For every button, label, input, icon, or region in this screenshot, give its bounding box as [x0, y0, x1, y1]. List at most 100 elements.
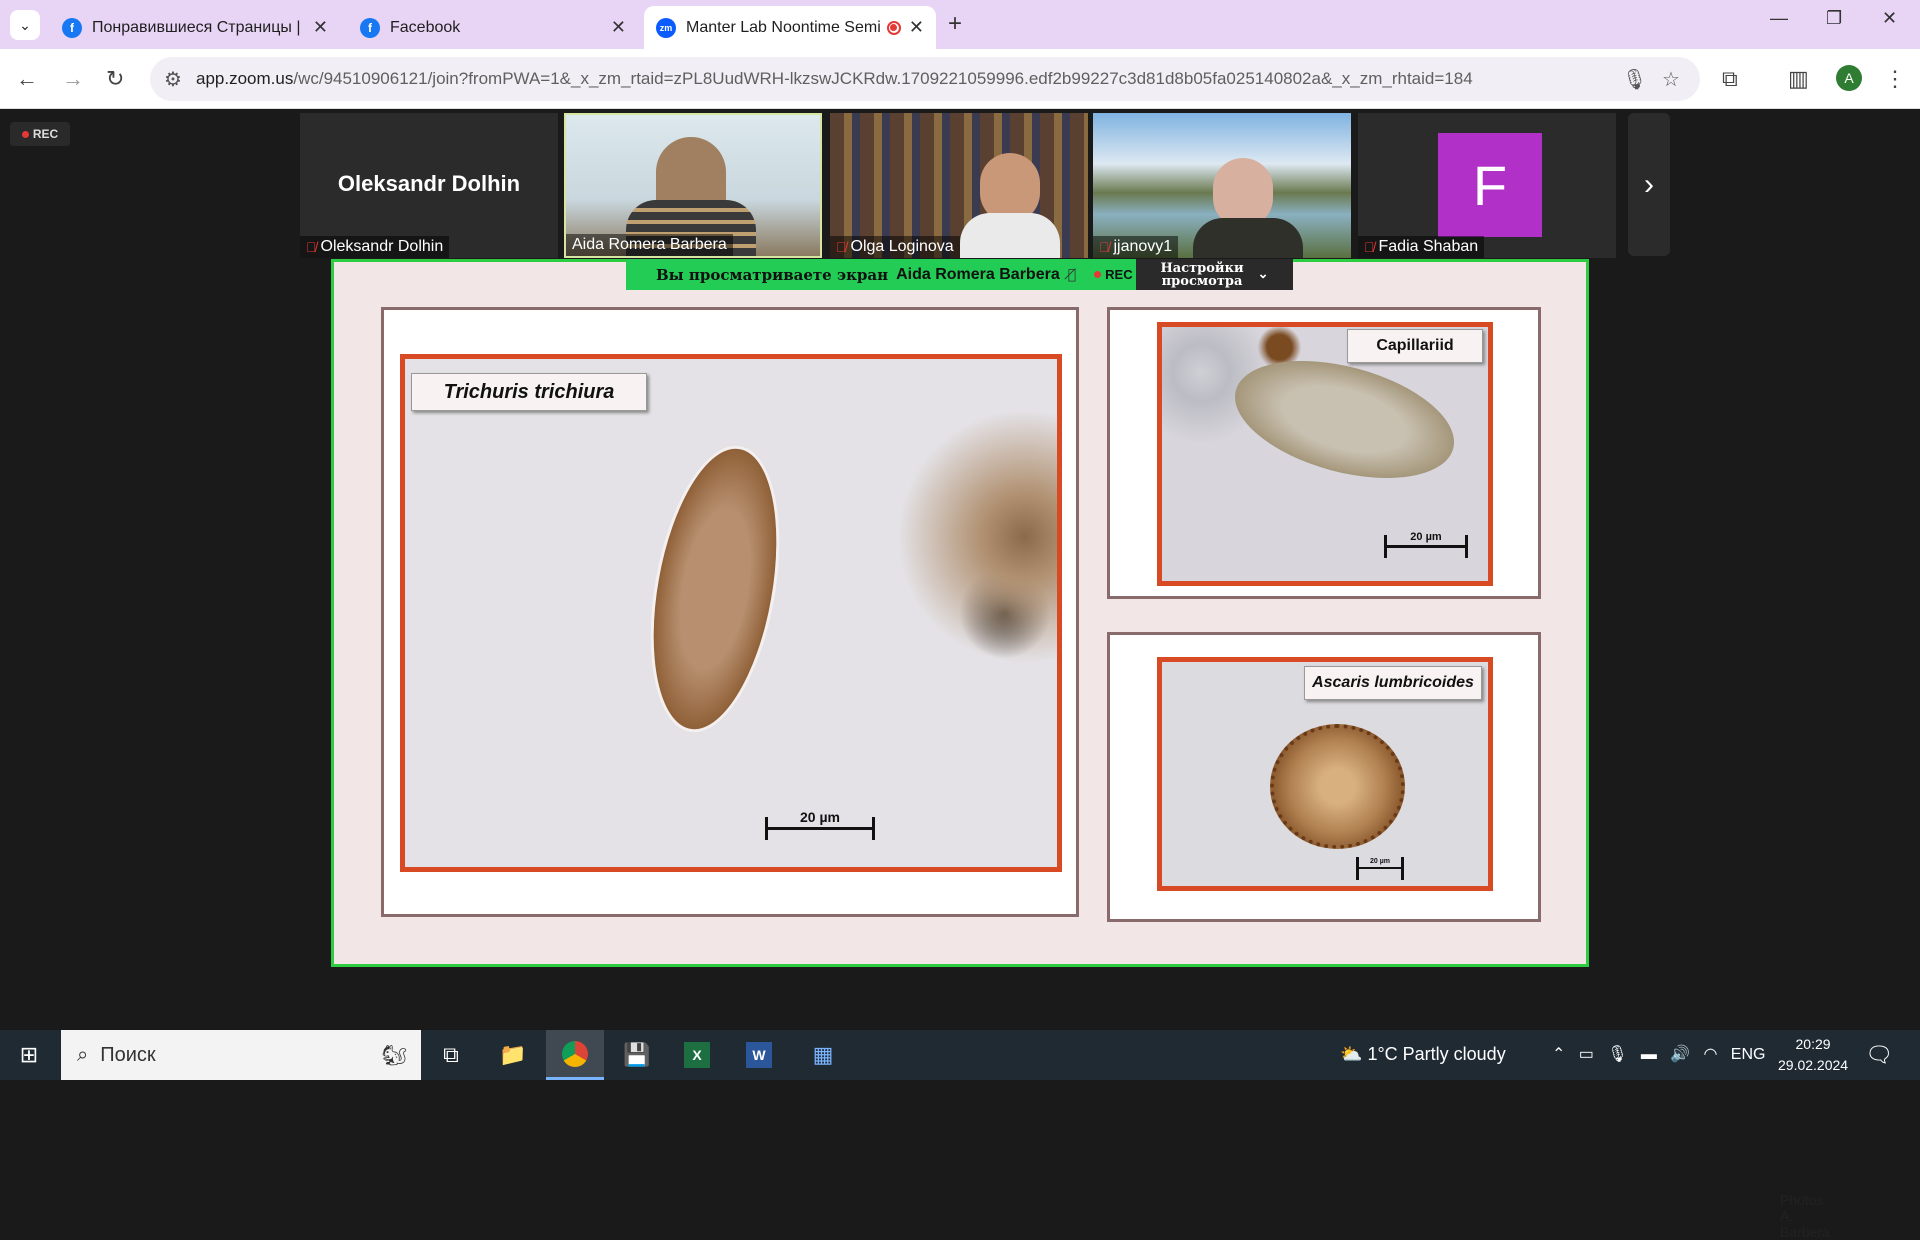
participant-name: Fadia Shaban: [1378, 238, 1479, 255]
chevron-up-icon[interactable]: ⌃: [1552, 1046, 1565, 1063]
tab-title: Manter Lab Noontime Semi: [686, 18, 881, 36]
egg-specimen: [1222, 339, 1467, 500]
language-indicator[interactable]: ENG: [1731, 1046, 1766, 1063]
profile-avatar[interactable]: A: [1836, 65, 1862, 91]
calculator-icon[interactable]: ▦: [808, 1040, 838, 1070]
participant-tile[interactable]: F 🎙̸ Fadia Shaban: [1358, 113, 1616, 258]
banner-rec-indicator: REC: [1094, 267, 1133, 282]
minimize-button[interactable]: —: [1770, 8, 1788, 29]
chevron-down-icon: ⌄: [19, 16, 31, 33]
url-path: /wc/94510906121/join?fromPWA=1&_x_zm_rta…: [293, 69, 1473, 88]
task-view-icon[interactable]: ⧉: [436, 1040, 466, 1070]
system-tray: ⌃ ▭ 🎙 ▬ 🔊 ◠ ENG: [1552, 1044, 1765, 1064]
close-icon[interactable]: ✕: [909, 17, 924, 38]
next-participants-button[interactable]: ›: [1628, 113, 1670, 256]
chrome-icon: [562, 1040, 588, 1067]
specimen-label: Capillariid: [1347, 329, 1483, 363]
chrome-taskbar-icon[interactable]: [546, 1030, 604, 1080]
muted-mic-icon: 🎙̸: [306, 239, 317, 255]
scale-text: 20 µm: [800, 809, 840, 825]
clock[interactable]: 20:29 29.02.2024: [1778, 1034, 1848, 1076]
egg-specimen: [1270, 724, 1405, 849]
participant-tile-active-speaker[interactable]: Aida Romera Barbera: [564, 113, 822, 258]
screen-share-banner: Вы просматриваете экран Aida Romera Barb…: [626, 259, 1293, 290]
view-options-label: Настройки просмотра: [1160, 262, 1243, 288]
menu-icon[interactable]: ⋮: [1884, 66, 1906, 92]
participant-name-tag: Aida Romera Barbera: [566, 234, 733, 256]
reload-button[interactable]: ↻: [106, 66, 124, 92]
viewing-screen-text: Вы просматриваете экран: [656, 265, 889, 284]
tab-zoom-meeting[interactable]: zm Manter Lab Noontime Semi ✕: [644, 6, 936, 49]
restore-button[interactable]: ❐: [1826, 8, 1842, 29]
meet-now-icon[interactable]: ▭: [1579, 1046, 1594, 1063]
participant-display-name: Oleksandr Dolhin: [337, 171, 521, 196]
tab-search-button[interactable]: ⌄: [10, 10, 40, 40]
rec-label: REC: [32, 127, 59, 141]
participant-tile[interactable]: 🎙̸ jjanovy1: [1093, 113, 1351, 258]
tab-title: Facebook: [390, 18, 461, 36]
zoom-icon: zm: [656, 17, 676, 38]
microphone-icon[interactable]: 🎙: [1607, 1046, 1627, 1063]
speaker-icon[interactable]: 🔊: [1670, 1046, 1690, 1063]
clock-date: 29.02.2024: [1778, 1057, 1849, 1073]
tab-title: Понравившиеся Страницы | Fa: [92, 18, 305, 36]
view-options-line2: просмотра: [1161, 273, 1243, 289]
url-host: app.zoom.us: [196, 69, 294, 88]
scale-bar: 20 µm: [765, 809, 875, 840]
microphone-icon[interactable]: 🎙: [1622, 67, 1647, 92]
facebook-icon: f: [360, 17, 380, 38]
weather-widget[interactable]: ⛅ 1°C Partly cloudy: [1340, 1044, 1506, 1065]
new-tab-button[interactable]: +: [948, 10, 962, 38]
slide-panel-capillariid: Capillariid 20 µm: [1107, 307, 1541, 599]
participant-name-tag: 🎙̸ Olga Loginova: [830, 236, 960, 258]
tab-strip: ⌄ f Понравившиеся Страницы | Fa ✕ f Face…: [0, 0, 1920, 49]
chevron-down-icon: ⌄: [1257, 267, 1269, 282]
battery-icon[interactable]: ▬: [1641, 1046, 1657, 1063]
save-app-icon[interactable]: 💾: [622, 1040, 652, 1070]
back-button[interactable]: ←: [16, 66, 38, 92]
bookmark-star-icon[interactable]: ☆: [1662, 67, 1680, 92]
close-icon[interactable]: ✕: [313, 17, 328, 38]
rec-label: REC: [1105, 267, 1133, 282]
participant-name: Oleksandr Dolhin: [320, 238, 444, 255]
tab-facebook[interactable]: f Facebook ✕: [348, 6, 638, 49]
participant-tile[interactable]: Oleksandr Dolhin 🎙̸ Oleksandr Dolhin: [300, 113, 558, 258]
participant-tile[interactable]: 🎙̸ Olga Loginova: [830, 113, 1088, 258]
presenter-name: Aida Romera Barbera: [896, 265, 1060, 283]
scale-text: 20 µm: [1410, 531, 1442, 543]
excel-icon[interactable]: X: [684, 1042, 710, 1068]
word-icon[interactable]: W: [746, 1042, 772, 1068]
close-window-button[interactable]: ✕: [1882, 8, 1897, 29]
clock-time: 20:29: [1795, 1036, 1831, 1052]
specimen-label: Ascaris lumbricoides: [1304, 666, 1482, 700]
search-placeholder: Поиск: [100, 1043, 156, 1066]
site-settings-icon[interactable]: ⚙: [164, 67, 182, 92]
wifi-icon[interactable]: ◠: [1703, 1046, 1717, 1063]
forward-button[interactable]: →: [62, 66, 84, 92]
muted-mic-icon: 🎙̸: [1067, 266, 1077, 283]
recording-badge: REC: [10, 122, 70, 146]
notifications-icon[interactable]: 🗨: [1864, 1040, 1894, 1070]
search-icon: ⌕: [77, 1043, 89, 1066]
egg-specimen: [630, 435, 800, 743]
windows-start-icon[interactable]: ⊞: [14, 1040, 44, 1070]
participant-name-tag: 🎙̸ Fadia Shaban: [1358, 236, 1485, 258]
tab-liked-pages[interactable]: f Понравившиеся Страницы | Fa ✕: [50, 6, 340, 49]
extensions-icon[interactable]: ⧉: [1722, 66, 1738, 92]
address-bar[interactable]: ⚙ app.zoom.us/wc/94510906121/join?fromPW…: [150, 57, 1700, 101]
file-explorer-icon[interactable]: 📁: [498, 1040, 528, 1070]
taskbar-search[interactable]: ⌕ Поиск 🐿: [61, 1030, 421, 1080]
participant-video-body: [1193, 218, 1303, 258]
shared-screen: Trichuris trichiura 20 µm Capillariid 20…: [331, 259, 1830, 1240]
scale-bar: 20 µm: [1384, 531, 1468, 558]
participant-name-tag: 🎙̸ jjanovy1: [1093, 236, 1179, 258]
slide-panel-ascaris: Ascaris lumbricoides 20 µm: [1107, 632, 1541, 922]
capillariid-micrograph: Capillariid 20 µm: [1157, 322, 1493, 586]
close-icon[interactable]: ✕: [611, 17, 626, 38]
participant-name: Aida Romera Barbera: [572, 236, 727, 253]
view-options-button[interactable]: Настройки просмотра ⌄: [1136, 259, 1293, 290]
side-panel-icon[interactable]: ▥: [1788, 66, 1809, 92]
browser-toolbar: ← → ↻ ⚙ app.zoom.us/wc/94510906121/join?…: [0, 49, 1920, 109]
scale-bar: 20 µm: [1356, 857, 1404, 880]
ascaris-micrograph: Ascaris lumbricoides 20 µm: [1157, 657, 1493, 891]
